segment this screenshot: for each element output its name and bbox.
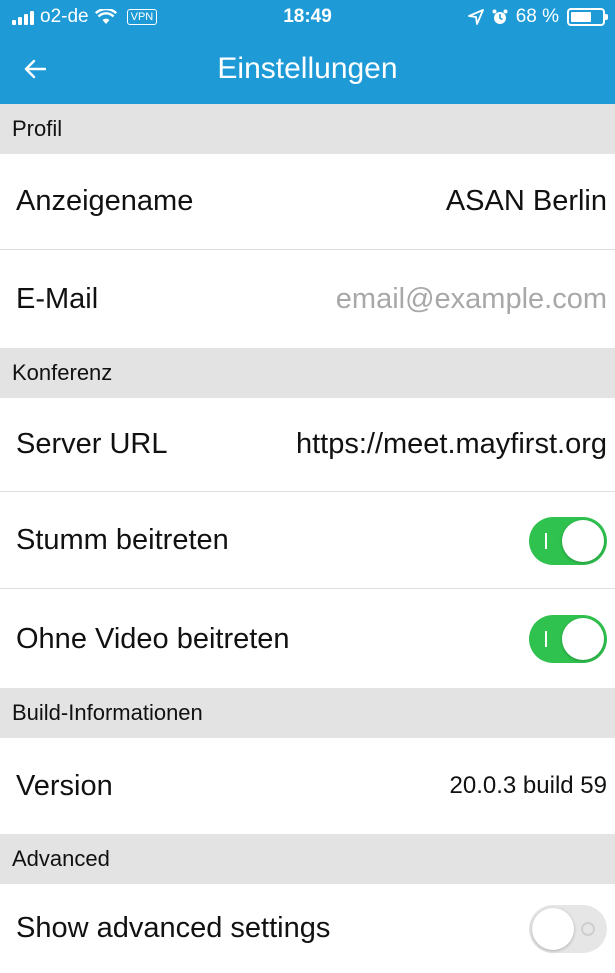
server-url-value[interactable]: https://meet.mayfirst.org [296, 428, 607, 461]
join-muted-label: Stumm beitreten [16, 524, 229, 556]
page-title: Einstellungen [217, 52, 398, 85]
version-label: Version [16, 769, 113, 802]
display-name-value[interactable]: ASAN Berlin [446, 185, 607, 218]
join-no-video-toggle[interactable] [529, 615, 607, 663]
section-header-profile: Profil [0, 104, 615, 154]
alarm-icon [492, 9, 508, 24]
join-muted-row: Stumm beitreten [0, 493, 615, 589]
join-no-video-label: Ohne Video beitreten [16, 622, 290, 655]
section-header-build: Build-Informationen [0, 688, 615, 738]
email-row[interactable]: E-Mail [0, 251, 615, 348]
status-bar: o2-de VPN 18:49 68 % [0, 0, 615, 34]
version-row: Version 20.0.3 build 59 [0, 738, 615, 834]
toggle-knob [562, 519, 604, 562]
toggle-on-mark [545, 532, 547, 549]
version-value: 20.0.3 build 59 [449, 772, 607, 799]
nav-bar: Einstellungen [0, 34, 615, 104]
battery-fill [571, 12, 592, 22]
show-advanced-toggle[interactable] [529, 904, 607, 953]
show-advanced-row: Show advanced settings [0, 884, 615, 973]
server-url-label: Server URL [16, 428, 168, 460]
display-name-label: Anzeigename [16, 185, 194, 217]
toggle-knob [532, 907, 574, 950]
email-label: E-Mail [16, 283, 99, 315]
location-arrow-icon [467, 9, 484, 25]
join-no-video-row: Ohne Video beitreten [0, 590, 615, 688]
show-advanced-label: Show advanced settings [16, 912, 331, 944]
join-muted-toggle[interactable] [529, 516, 607, 565]
display-name-row[interactable]: Anzeigename ASAN Berlin [0, 154, 615, 250]
section-header-conference: Konferenz [0, 348, 615, 398]
server-url-row[interactable]: Server URL https://meet.mayfirst.org [0, 398, 615, 492]
status-right: 68 % [467, 0, 608, 34]
battery-percent: 68 % [515, 6, 559, 27]
toggle-off-mark [581, 921, 595, 936]
toggle-knob [562, 618, 604, 660]
battery-icon [567, 8, 608, 26]
toggle-on-mark [545, 631, 547, 647]
email-field[interactable] [257, 283, 607, 316]
section-header-advanced: Advanced [0, 834, 615, 884]
